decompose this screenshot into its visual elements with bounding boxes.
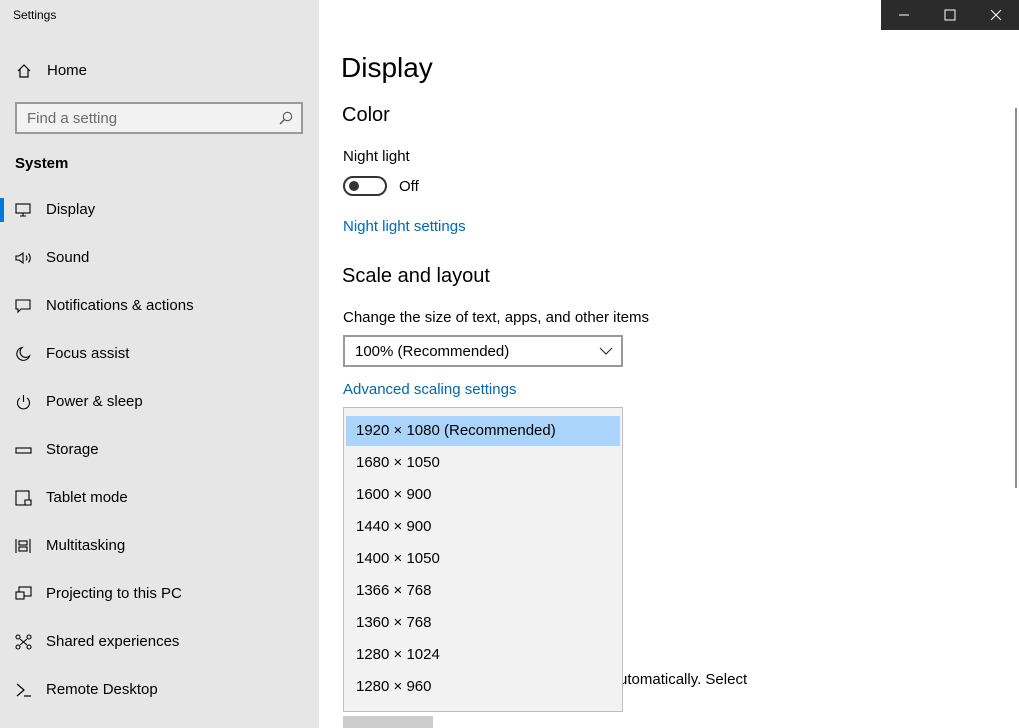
- sidebar-item-label: Tablet mode: [46, 489, 128, 506]
- resolution-option-label: 1366 × 768: [356, 582, 432, 599]
- minimize-button[interactable]: [881, 0, 927, 30]
- night-light-toggle[interactable]: [343, 176, 387, 196]
- sidebar-item-display[interactable]: Display: [0, 189, 319, 231]
- night-light-state: Off: [399, 178, 419, 195]
- page-title: Display: [341, 52, 433, 83]
- sidebar-item-shared-experiences[interactable]: Shared experiences: [0, 621, 319, 663]
- sidebar-item-label: Power & sleep: [46, 393, 143, 410]
- orientation-description: utomatically. Select: [619, 671, 748, 688]
- sidebar-item-tablet-mode[interactable]: Tablet mode: [0, 477, 319, 519]
- active-indicator: [0, 198, 4, 222]
- resolution-option[interactable]: 1280 × 1024: [346, 640, 620, 670]
- resolution-option[interactable]: 1366 × 768: [346, 576, 620, 606]
- sidebar-item-label: Display: [46, 201, 96, 218]
- home-button[interactable]: Home: [0, 54, 319, 88]
- resolution-option[interactable]: 1400 × 1050: [346, 544, 620, 574]
- remote-icon: [16, 683, 31, 697]
- hidden-button[interactable]: [343, 716, 433, 728]
- sidebar-item-label: Sound: [46, 249, 90, 266]
- home-icon: [17, 64, 31, 78]
- close-icon: [990, 9, 1002, 21]
- sidebar-item-focus-assist[interactable]: Focus assist: [0, 333, 319, 375]
- sidebar-item-label: Shared experiences: [46, 633, 180, 650]
- resolution-option-label: 1280 × 1024: [356, 646, 440, 663]
- resolution-option[interactable]: 1680 × 1050: [346, 448, 620, 478]
- monitor-icon: [15, 203, 31, 217]
- message-icon: [15, 299, 31, 314]
- resolution-option-label: 1440 × 900: [356, 518, 432, 535]
- resolution-option[interactable]: 1920 × 1080 (Recommended): [346, 416, 620, 446]
- power-icon: [16, 395, 31, 410]
- window-controls: [881, 0, 1019, 30]
- scale-layout-heading: Scale and layout: [342, 265, 490, 287]
- sidebar-item-storage[interactable]: Storage: [0, 429, 319, 471]
- maximize-button[interactable]: [927, 0, 973, 30]
- scrollbar[interactable]: [1015, 108, 1017, 488]
- multitask-icon: [15, 539, 31, 553]
- search-placeholder: Find a setting: [27, 110, 118, 127]
- scale-select[interactable]: 100% (Recommended): [343, 335, 623, 367]
- chevron-down-icon: [599, 347, 613, 355]
- advanced-scaling-link[interactable]: Advanced scaling settings: [343, 381, 516, 398]
- resolution-option[interactable]: 1360 × 768: [346, 608, 620, 638]
- sidebar-item-label: Remote Desktop: [46, 681, 158, 698]
- minimize-icon: [899, 14, 909, 16]
- sidebar-item-label: Multitasking: [46, 537, 126, 554]
- color-heading: Color: [342, 104, 390, 126]
- resolution-option-label: 1280 × 960: [356, 678, 432, 695]
- sidebar-item-multitasking[interactable]: Multitasking: [0, 525, 319, 567]
- home-label: Home: [47, 62, 88, 79]
- maximize-icon: [944, 9, 956, 21]
- sidebar-item-power-sleep[interactable]: Power & sleep: [0, 381, 319, 423]
- resolution-dropdown-list: 1920 × 1080 (Recommended) 1680 × 1050 16…: [343, 407, 623, 712]
- sidebar-item-remote-desktop[interactable]: Remote Desktop: [0, 669, 319, 711]
- night-light-label: Night light: [343, 148, 410, 165]
- sidebar-item-label: Projecting to this PC: [46, 585, 182, 602]
- scale-label: Change the size of text, apps, and other…: [343, 309, 650, 326]
- sidebar-item-notifications[interactable]: Notifications & actions: [0, 285, 319, 327]
- toggle-knob: [349, 181, 359, 191]
- tablet-icon: [15, 490, 32, 506]
- share-icon: [15, 634, 32, 650]
- resolution-option[interactable]: 1600 × 900: [346, 480, 620, 510]
- search-input[interactable]: Find a setting: [15, 102, 303, 134]
- sidebar: Settings Home Find a setting System Disp…: [0, 0, 319, 728]
- sidebar-item-sound[interactable]: Sound: [0, 237, 319, 279]
- search-icon[interactable]: [279, 111, 293, 125]
- speaker-icon: [15, 251, 31, 265]
- sidebar-item-label: Storage: [46, 441, 99, 458]
- scale-value: 100% (Recommended): [355, 343, 510, 360]
- sidebar-item-label: Notifications & actions: [46, 297, 194, 314]
- sidebar-item-label: Focus assist: [46, 345, 130, 362]
- resolution-option-label: 1360 × 768: [356, 614, 432, 631]
- section-title: System: [15, 155, 69, 172]
- project-icon: [15, 586, 32, 600]
- moon-icon: [16, 346, 31, 361]
- resolution-option-label: 1400 × 1050: [356, 550, 440, 567]
- resolution-option-label: 1920 × 1080 (Recommended): [356, 422, 556, 439]
- drive-icon: [15, 447, 32, 454]
- sidebar-item-projecting[interactable]: Projecting to this PC: [0, 573, 319, 615]
- resolution-option-label: 1600 × 900: [356, 486, 432, 503]
- app-title: Settings: [13, 8, 57, 22]
- resolution-option-label: 1680 × 1050: [356, 454, 440, 471]
- resolution-option[interactable]: 1440 × 900: [346, 512, 620, 542]
- night-light-settings-link[interactable]: Night light settings: [343, 218, 466, 235]
- resolution-option[interactable]: 1280 × 960: [346, 672, 620, 702]
- close-button[interactable]: [973, 0, 1019, 30]
